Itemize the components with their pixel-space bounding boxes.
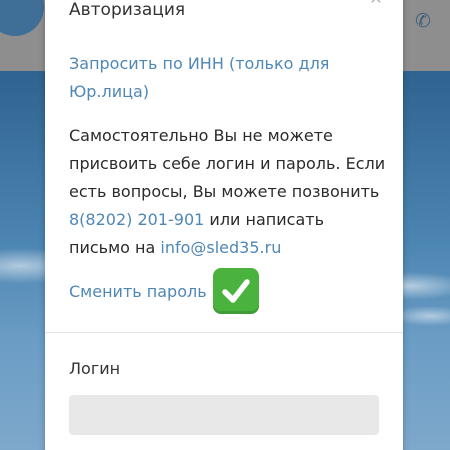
- phone-icon[interactable]: ✆: [412, 10, 434, 32]
- close-icon[interactable]: ✕: [369, 0, 383, 7]
- change-password-link[interactable]: Сменить пароль: [69, 282, 207, 301]
- login-label: Логин: [69, 359, 121, 378]
- phone-link[interactable]: 8(8202) 201-901: [69, 210, 204, 229]
- info-text: Самостоятельно Вы не можете присвоить се…: [69, 122, 389, 262]
- modal-title: Авторизация: [69, 0, 186, 20]
- check-mark-icon: [212, 268, 259, 314]
- auth-modal: Авторизация ✕ Запросить по ИНН (только д…: [45, 0, 403, 450]
- email-link[interactable]: info@sled35.ru: [160, 238, 281, 257]
- request-by-inn-link[interactable]: Запросить по ИНН (только для Юр.лица): [69, 50, 369, 106]
- change-password-row: Сменить пароль: [69, 268, 259, 314]
- divider: [45, 332, 403, 333]
- info-text-part: Самостоятельно Вы не можете присвоить се…: [69, 126, 386, 201]
- login-input[interactable]: [69, 395, 379, 435]
- avatar[interactable]: [0, 0, 44, 36]
